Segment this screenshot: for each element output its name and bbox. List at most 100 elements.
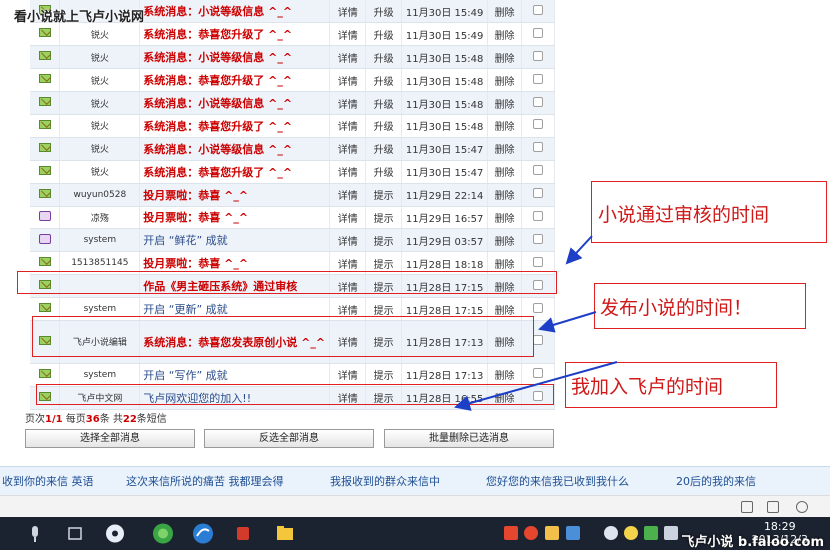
row-checkbox-cell[interactable] [521,137,555,161]
row-checkbox-cell[interactable] [521,183,555,207]
row-checkbox[interactable] [533,73,544,84]
row-checkbox-cell[interactable] [521,91,555,115]
tray-app-icon[interactable] [664,526,678,540]
table-row[interactable]: 凉殇 投月票啦：恭喜 ^_^ 详情 提示 11月29日 16:57 删除 [30,206,555,230]
bulk-delete-button[interactable]: 批量删除已选消息 [384,429,554,448]
row-sender[interactable]: 锐火 [59,91,141,115]
row-detail-link[interactable]: 详情 [329,45,367,70]
row-delete-link[interactable]: 删除 [487,160,523,184]
row-sender[interactable]: system [59,228,141,253]
row-delete-link[interactable]: 删除 [487,45,523,70]
browser-green-icon[interactable] [148,521,178,546]
row-checkbox[interactable] [533,27,544,38]
row-sender[interactable]: wuyun0528 [59,183,141,207]
microphone-icon[interactable] [22,521,48,546]
row-checkbox[interactable] [533,210,544,221]
row-sender[interactable]: 锐火 [59,137,141,161]
row-checkbox[interactable] [533,256,544,267]
row-title[interactable]: 系统消息：小说等级信息 ^_^ [139,91,331,115]
row-detail-link[interactable]: 详情 [329,183,367,207]
row-checkbox[interactable] [533,188,544,199]
row-delete-link[interactable]: 删除 [487,0,523,24]
table-row[interactable]: 锐火 系统消息：恭喜您升级了 ^_^ 详情 升级 11月30日 15:48 删除 [30,114,555,138]
tray-app-icon[interactable] [545,526,559,540]
row-detail-link[interactable]: 详情 [329,68,367,93]
table-row[interactable]: wuyun0528 投月票啦：恭喜 ^_^ 详情 提示 11月29日 22:14 删除 [30,183,555,207]
row-delete-link[interactable]: 删除 [487,114,523,138]
row-title[interactable]: 系统消息：恭喜您升级了 ^_^ [139,68,331,93]
row-sender[interactable]: system [59,363,141,387]
row-checkbox[interactable] [533,119,544,130]
volume-icon[interactable] [741,501,753,513]
row-delete-link[interactable]: 删除 [487,363,523,387]
table-row[interactable]: 锐火 系统消息：小说等级信息 ^_^ 详情 升级 11月30日 15:47 删除 [30,137,555,161]
row-checkbox[interactable] [533,165,544,176]
row-detail-link[interactable]: 详情 [329,22,367,47]
row-delete-link[interactable]: 删除 [487,91,523,115]
row-checkbox-cell[interactable] [521,22,555,47]
table-row[interactable]: 锐火 系统消息：小说等级信息 ^_^ 详情 升级 11月30日 15:48 删除 [30,91,555,115]
file-manager-icon[interactable] [270,521,300,546]
row-checkbox-cell[interactable] [521,0,555,24]
cloud-icon[interactable] [604,526,618,540]
row-delete-link[interactable]: 删除 [487,206,523,230]
row-title[interactable]: 系统消息：恭喜您升级了 ^_^ [139,22,331,47]
row-sender[interactable]: 锐火 [59,114,141,138]
row-sender[interactable]: 锐火 [59,45,141,70]
row-detail-link[interactable]: 详情 [329,137,367,161]
news-link[interactable]: 我报收到的群众来信中 [330,473,440,489]
row-checkbox[interactable] [533,368,544,379]
task-view-icon[interactable] [60,521,90,546]
row-checkbox[interactable] [533,50,544,61]
news-link[interactable]: 收到你的来信 英语 [2,473,94,489]
row-title[interactable]: 系统消息：小说等级信息 ^_^ [139,0,331,24]
pinwheel-app-icon[interactable] [100,521,130,546]
table-row[interactable]: system 开启 “鲜花” 成就 详情 提示 11月29日 03:57 删除 [30,228,555,253]
row-title[interactable]: 系统消息：小说等级信息 ^_^ [139,137,331,161]
news-link[interactable]: 您好您的来信我已收到我什么 [486,473,629,489]
row-detail-link[interactable]: 详情 [329,91,367,115]
row-checkbox[interactable] [533,142,544,153]
tray-app-icon[interactable] [524,526,538,540]
row-title[interactable]: 投月票啦：恭喜 ^_^ [139,183,331,207]
row-detail-link[interactable]: 详情 [329,114,367,138]
row-sender[interactable]: 锐火 [59,160,141,184]
row-checkbox-cell[interactable] [521,206,555,230]
row-checkbox-cell[interactable] [521,45,555,70]
row-title[interactable]: 投月票啦：恭喜 ^_^ [139,206,331,230]
row-checkbox[interactable] [533,4,544,15]
row-delete-link[interactable]: 删除 [487,228,523,253]
table-row[interactable]: 锐火 系统消息：恭喜您升级了 ^_^ 详情 升级 11月30日 15:48 删除 [30,68,555,93]
row-checkbox[interactable] [533,302,544,313]
row-delete-link[interactable]: 删除 [487,183,523,207]
tray-app-icon[interactable] [644,526,658,540]
row-delete-link[interactable]: 删除 [487,137,523,161]
row-checkbox-cell[interactable] [521,363,555,387]
red-app-icon[interactable] [228,521,258,546]
row-checkbox-cell[interactable] [521,228,555,253]
table-row[interactable]: system 开启 “写作” 成就 详情 提示 11月28日 17:13 删除 [30,363,555,387]
row-checkbox[interactable] [533,233,544,244]
row-title[interactable]: 系统消息：小说等级信息 ^_^ [139,45,331,70]
tray-app-icon[interactable] [504,526,518,540]
row-checkbox[interactable] [533,335,544,346]
browser-blue-icon[interactable] [188,521,218,546]
row-detail-link[interactable]: 详情 [329,228,367,253]
select-all-button[interactable]: 选择全部消息 [25,429,195,448]
row-delete-link[interactable]: 删除 [487,22,523,47]
row-checkbox[interactable] [533,96,544,107]
row-checkbox-cell[interactable] [521,114,555,138]
news-link[interactable]: 20后的我的来信 [676,473,756,489]
share-icon[interactable] [767,501,779,513]
row-checkbox-cell[interactable] [521,68,555,93]
row-detail-link[interactable]: 详情 [329,160,367,184]
invert-selection-button[interactable]: 反选全部消息 [204,429,374,448]
row-sender[interactable]: 凉殇 [59,206,141,230]
tray-app-icon[interactable] [624,526,638,540]
row-detail-link[interactable]: 详情 [329,0,367,24]
table-row[interactable]: 锐火 系统消息：小说等级信息 ^_^ 详情 升级 11月30日 15:48 删除 [30,45,555,70]
table-row[interactable]: 锐火 系统消息：恭喜您升级了 ^_^ 详情 升级 11月30日 15:47 删除 [30,160,555,184]
row-title[interactable]: 系统消息：恭喜您升级了 ^_^ [139,160,331,184]
row-title[interactable]: 开启 “写作” 成就 [139,363,331,387]
row-title[interactable]: 系统消息：恭喜您升级了 ^_^ [139,114,331,138]
